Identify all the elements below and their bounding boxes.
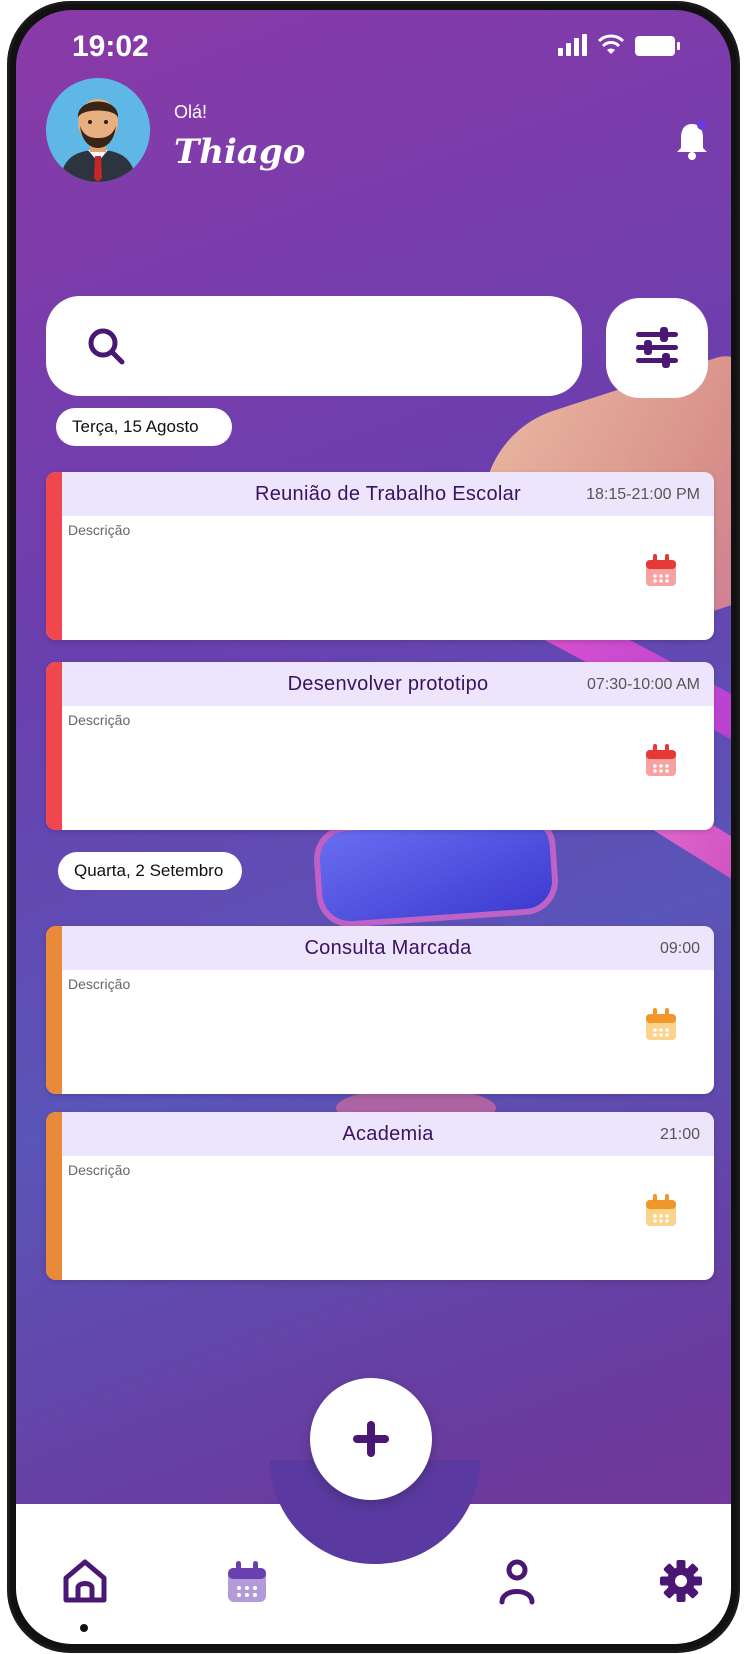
event-card[interactable]: Academia 21:00 Descrição xyxy=(46,1112,714,1280)
event-description: Descrição xyxy=(68,976,131,992)
notifications-button[interactable] xyxy=(675,118,709,162)
wifi-icon xyxy=(597,34,625,54)
active-indicator xyxy=(80,1624,88,1632)
date-label: Terça, 15 Agosto xyxy=(56,408,232,446)
greeting-text: Olá! xyxy=(174,102,208,122)
avatar[interactable] xyxy=(46,78,150,182)
status-time: 19:02 xyxy=(72,30,149,63)
home-icon xyxy=(63,1559,107,1603)
add-event-button[interactable] xyxy=(310,1378,432,1500)
event-time: 07:30-10:00 AM xyxy=(587,676,700,693)
event-accent-stripe xyxy=(46,472,62,640)
event-description: Descrição xyxy=(68,712,131,728)
calendar-icon[interactable] xyxy=(644,552,678,588)
app-screen: 19:02 Olá! Thiago Terça, 15 Agosto Reuni… xyxy=(16,10,731,1644)
nav-home[interactable] xyxy=(60,1556,110,1606)
event-card[interactable]: Reunião de Trabalho Escolar 18:15-21:00 … xyxy=(46,472,714,640)
event-header: Academia 21:00 xyxy=(62,1112,714,1156)
event-description: Descrição xyxy=(68,522,131,538)
event-accent-stripe xyxy=(46,926,62,1094)
event-time: 21:00 xyxy=(659,1126,700,1143)
event-card[interactable]: Desenvolver prototipo 07:30-10:00 AM Des… xyxy=(46,662,714,830)
user-name: Thiago xyxy=(174,132,306,172)
plus-icon xyxy=(353,1421,389,1457)
calendar-icon xyxy=(228,1561,266,1602)
status-bar: 19:02 xyxy=(16,10,731,70)
event-description: Descrição xyxy=(68,1162,131,1178)
date-label: Quarta, 2 Setembro xyxy=(58,852,242,890)
phone-frame: 19:02 Olá! Thiago Terça, 15 Agosto Reuni… xyxy=(10,4,737,1650)
event-accent-stripe xyxy=(46,1112,62,1280)
nav-calendar[interactable] xyxy=(222,1556,272,1606)
battery-icon xyxy=(635,36,680,56)
event-title: Academia xyxy=(342,1123,434,1145)
background-decoration xyxy=(318,817,554,923)
sliders-icon xyxy=(636,327,678,368)
event-title: Consulta Marcada xyxy=(304,937,472,959)
event-accent-stripe xyxy=(46,662,62,830)
gear-icon xyxy=(660,1560,702,1602)
event-time: 09:00 xyxy=(659,940,700,957)
nav-settings[interactable] xyxy=(656,1556,706,1606)
filter-button[interactable] xyxy=(606,298,708,398)
event-header: Consulta Marcada 09:00 xyxy=(62,926,714,970)
event-time: 18:15-21:00 PM xyxy=(586,486,700,503)
nav-profile[interactable] xyxy=(492,1556,542,1606)
signal-icon xyxy=(558,34,587,56)
search-input[interactable] xyxy=(146,324,546,368)
user-icon xyxy=(499,1559,535,1605)
event-card[interactable]: Consulta Marcada 09:00 Descrição xyxy=(46,926,714,1094)
event-header: Desenvolver prototipo 07:30-10:00 AM xyxy=(62,662,714,706)
status-icons xyxy=(558,34,680,56)
search-icon xyxy=(88,328,125,365)
search-bar[interactable] xyxy=(46,296,582,396)
event-header: Reunião de Trabalho Escolar 18:15-21:00 … xyxy=(62,472,714,516)
calendar-icon[interactable] xyxy=(644,742,678,778)
avatar-illustration xyxy=(60,99,136,182)
calendar-icon[interactable] xyxy=(644,1192,678,1228)
calendar-icon[interactable] xyxy=(644,1006,678,1042)
bell-icon xyxy=(677,120,707,160)
